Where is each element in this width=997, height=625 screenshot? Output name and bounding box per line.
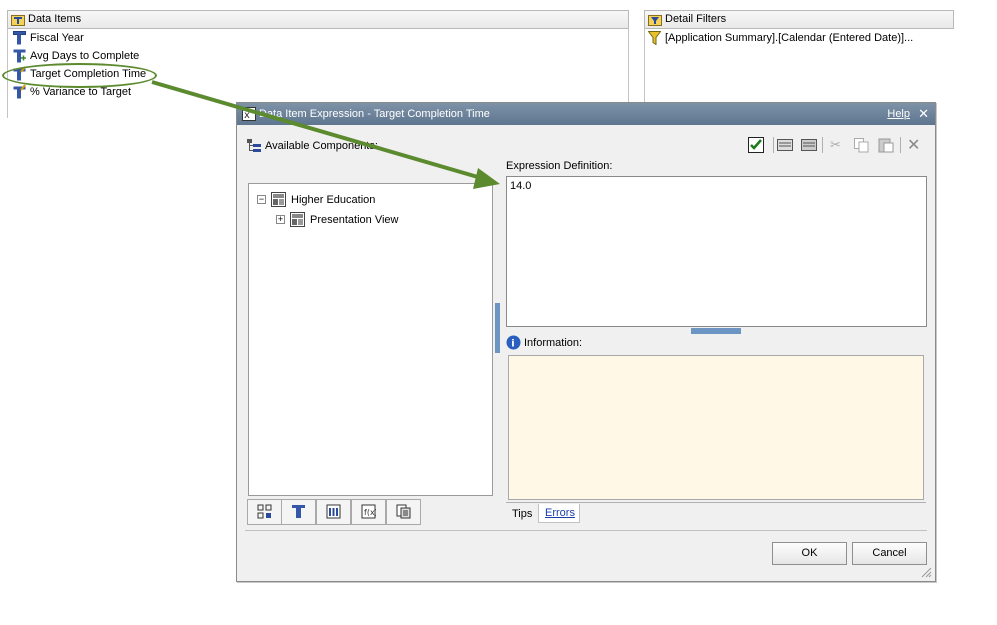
annotation-arrow (151, 80, 500, 189)
